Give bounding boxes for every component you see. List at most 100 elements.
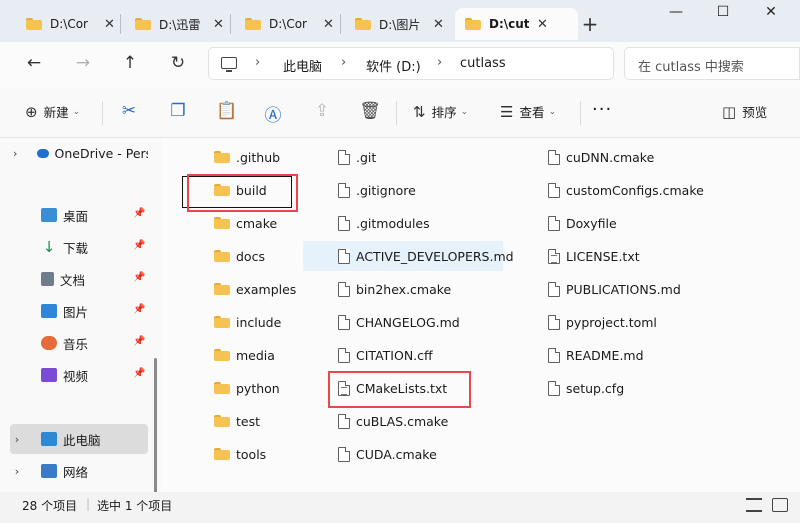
more-options-button[interactable]: ···	[592, 99, 612, 120]
list-item-folder[interactable]: docs	[214, 241, 265, 271]
chevron-down-icon: ⌄	[548, 106, 557, 117]
file-icon	[548, 281, 560, 297]
minimize-button[interactable]: —	[666, 4, 686, 20]
close-icon[interactable]: ✕	[323, 17, 334, 32]
folder-icon	[135, 18, 151, 30]
copy-icon[interactable]: ❐	[167, 101, 189, 121]
forward-button[interactable]: →	[71, 53, 95, 73]
list-item-file[interactable]: .gitmodules	[338, 208, 430, 238]
list-item-file[interactable]: pyproject.toml	[548, 307, 657, 337]
tab-1[interactable]: D:\Cor ✕	[16, 8, 119, 40]
highlight-box-cmakelists	[328, 371, 471, 408]
tab-4[interactable]: D:\图片 ✕	[345, 8, 448, 40]
list-item-folder[interactable]: python	[214, 373, 280, 403]
pin-icon[interactable]: 📌	[133, 304, 145, 315]
sidebar-item-desktop[interactable]: 桌面 📌	[10, 200, 148, 230]
address-bar[interactable]: › 此电脑 › 软件 (D:) › cutlass	[208, 47, 614, 80]
file-icon	[548, 314, 560, 330]
back-button[interactable]: ←	[22, 53, 46, 73]
pin-icon[interactable]: 📌	[133, 240, 145, 251]
desktop-icon	[41, 208, 57, 222]
sidebar-item-label: 图片	[63, 304, 89, 320]
tab-3[interactable]: D:\Cor ✕	[235, 8, 338, 40]
list-item-file[interactable]: .gitignore	[338, 175, 416, 205]
close-icon[interactable]: ✕	[433, 17, 444, 32]
list-item-folder[interactable]: examples	[214, 274, 296, 304]
close-icon[interactable]: ✕	[213, 17, 224, 32]
search-input[interactable]: 在 cutlass 中搜索	[624, 47, 800, 80]
close-window-button[interactable]: ✕	[761, 4, 781, 20]
sidebar-item-onedrive[interactable]: › OneDrive - Personal	[10, 138, 148, 168]
list-item-file[interactable]: LICENSE.txt	[548, 241, 640, 271]
tab-2[interactable]: D:\迅雷 ✕	[125, 8, 228, 40]
refresh-button[interactable]: ↻	[166, 53, 190, 73]
file-icon	[338, 347, 350, 363]
sidebar-item-this-pc[interactable]: › 此电脑	[10, 424, 148, 454]
sort-button[interactable]: ⇅ 排序 ⌄	[413, 102, 468, 121]
sidebar-item-documents[interactable]: 文档 📌	[10, 264, 148, 294]
list-item-file[interactable]: PUBLICATIONS.md	[548, 274, 681, 304]
tiles-view-icon[interactable]	[772, 498, 788, 512]
list-item-folder[interactable]: tools	[214, 439, 266, 469]
sidebar-item-label: 桌面	[63, 208, 89, 224]
pin-icon[interactable]: 📌	[133, 272, 145, 283]
pin-icon[interactable]: 📌	[133, 208, 145, 219]
list-item-file[interactable]: customConfigs.cmake	[548, 175, 704, 205]
list-item-folder[interactable]: media	[214, 340, 275, 370]
list-item-file[interactable]: CITATION.cff	[338, 340, 433, 370]
pin-icon[interactable]: 📌	[133, 336, 145, 347]
sidebar-item-downloads[interactable]: ↓ 下载 📌	[10, 232, 148, 262]
paste-icon[interactable]: 📋	[216, 101, 238, 121]
list-item-file[interactable]: cuDNN.cmake	[548, 142, 654, 172]
list-item-file[interactable]: CHANGELOG.md	[338, 307, 460, 337]
list-item-file[interactable]: Doxyfile	[548, 208, 617, 238]
list-item-file[interactable]: cuBLAS.cmake	[338, 406, 448, 436]
sidebar-item-music[interactable]: 音乐 📌	[10, 328, 148, 358]
tab-bar: D:\Cor ✕ D:\迅雷 ✕ D:\Cor ✕ D:\图片 ✕ D:\cut…	[0, 0, 800, 42]
list-item-folder[interactable]: .github	[214, 142, 280, 172]
up-button[interactable]: ↑	[118, 53, 142, 73]
new-tab-button[interactable]: +	[580, 12, 600, 36]
sidebar-item-network[interactable]: › 网络	[10, 456, 148, 486]
sidebar-item-pictures[interactable]: 图片 📌	[10, 296, 148, 326]
toolbar-separator	[580, 101, 581, 125]
list-item-folder[interactable]: cmake	[214, 208, 277, 238]
new-button[interactable]: ⊕ 新建 ⌄	[25, 102, 80, 121]
tab-label: D:\迅雷	[159, 17, 201, 32]
chevron-right-icon[interactable]: ›	[10, 433, 24, 446]
pin-icon[interactable]: 📌	[133, 368, 145, 379]
maximize-button[interactable]: ☐	[713, 4, 733, 20]
trash-icon[interactable]: 🗑	[359, 101, 381, 121]
share-icon[interactable]: ⇪	[311, 101, 333, 121]
list-item-folder[interactable]: include	[214, 307, 281, 337]
list-item-folder[interactable]: test	[214, 406, 260, 436]
sidebar-item-videos[interactable]: 视频 📌	[10, 360, 148, 390]
list-item-file[interactable]: .git	[338, 142, 376, 172]
list-item-file-hovered[interactable]: ACTIVE_DEVELOPERS.md	[303, 241, 514, 271]
sidebar-item-label: 下载	[63, 240, 89, 256]
chevron-right-icon[interactable]: ›	[10, 147, 21, 160]
list-item-file[interactable]: bin2hex.cmake	[338, 274, 451, 304]
close-icon[interactable]: ✕	[104, 17, 115, 32]
tab-label: D:\图片	[379, 17, 421, 32]
chevron-down-icon: ⌄	[72, 106, 81, 117]
chevron-right-icon[interactable]: ›	[10, 465, 24, 478]
cut-icon[interactable]: ✂	[118, 101, 140, 121]
tab-5-active[interactable]: D:\cut ✕	[455, 8, 578, 40]
close-icon[interactable]: ✕	[537, 17, 548, 32]
view-label: 查看	[519, 105, 545, 120]
preview-button[interactable]: ◫ 预览	[722, 102, 767, 121]
sort-label: 排序	[431, 105, 457, 120]
rename-icon[interactable]: Ⓐ	[262, 101, 284, 126]
folder-icon	[214, 316, 230, 328]
cloud-icon	[36, 148, 49, 158]
list-item-file[interactable]: README.md	[548, 340, 644, 370]
list-item-file[interactable]: CUDA.cmake	[338, 439, 437, 469]
breadcrumb-cutlass[interactable]: cutlass	[460, 56, 506, 71]
breadcrumb-drive-d[interactable]: 软件 (D:)	[366, 56, 421, 75]
breadcrumb-this-pc[interactable]: 此电脑	[283, 56, 322, 75]
list-item-file[interactable]: setup.cfg	[548, 373, 624, 403]
view-button[interactable]: ☰ 查看 ⌄	[500, 102, 556, 121]
details-view-icon[interactable]	[746, 498, 762, 512]
text-file-icon	[548, 248, 560, 264]
